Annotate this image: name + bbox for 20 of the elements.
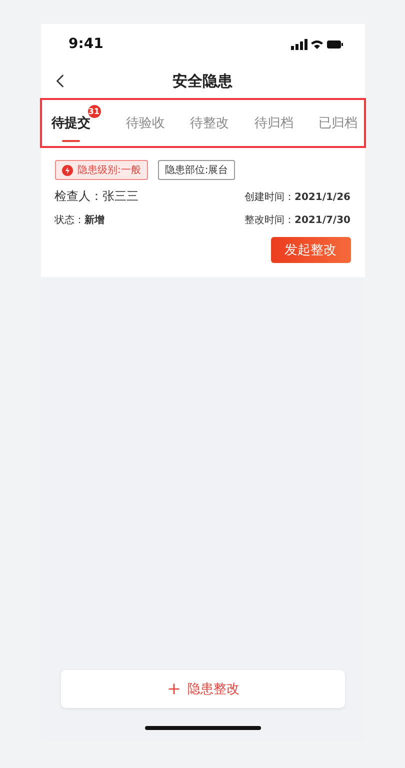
count-badge: 31 (88, 105, 100, 118)
rectify-time: 整改时间：2021/7/30 (244, 214, 350, 227)
add-hazard-button[interactable]: 隐患整改 (60, 670, 344, 708)
tag-text: 隐患级别:一般 (78, 164, 141, 177)
tab-underline (62, 140, 80, 142)
start-rectify-button[interactable]: 发起整改 (270, 237, 350, 263)
warning-icon (62, 164, 72, 176)
tab[interactable]: 待整改 (190, 100, 229, 146)
created-time: 创建时间：2021/1/26 (244, 190, 350, 204)
tab[interactable]: 已归档 (318, 100, 358, 146)
tab[interactable]: 待提交 31 (52, 100, 100, 146)
status-time: 9:41 (68, 36, 104, 52)
status-text: 状态：新增 (54, 213, 104, 227)
tab[interactable]: 待验收 (126, 100, 165, 146)
signal-icon (290, 38, 342, 50)
inspector-text: 检查人：张三三 (54, 188, 138, 205)
tab[interactable]: 待归档 (254, 100, 294, 146)
plus-icon (166, 681, 182, 697)
page-title: 安全隐患 (172, 72, 232, 90)
location-tag: 隐患部位:展台 (158, 160, 236, 180)
